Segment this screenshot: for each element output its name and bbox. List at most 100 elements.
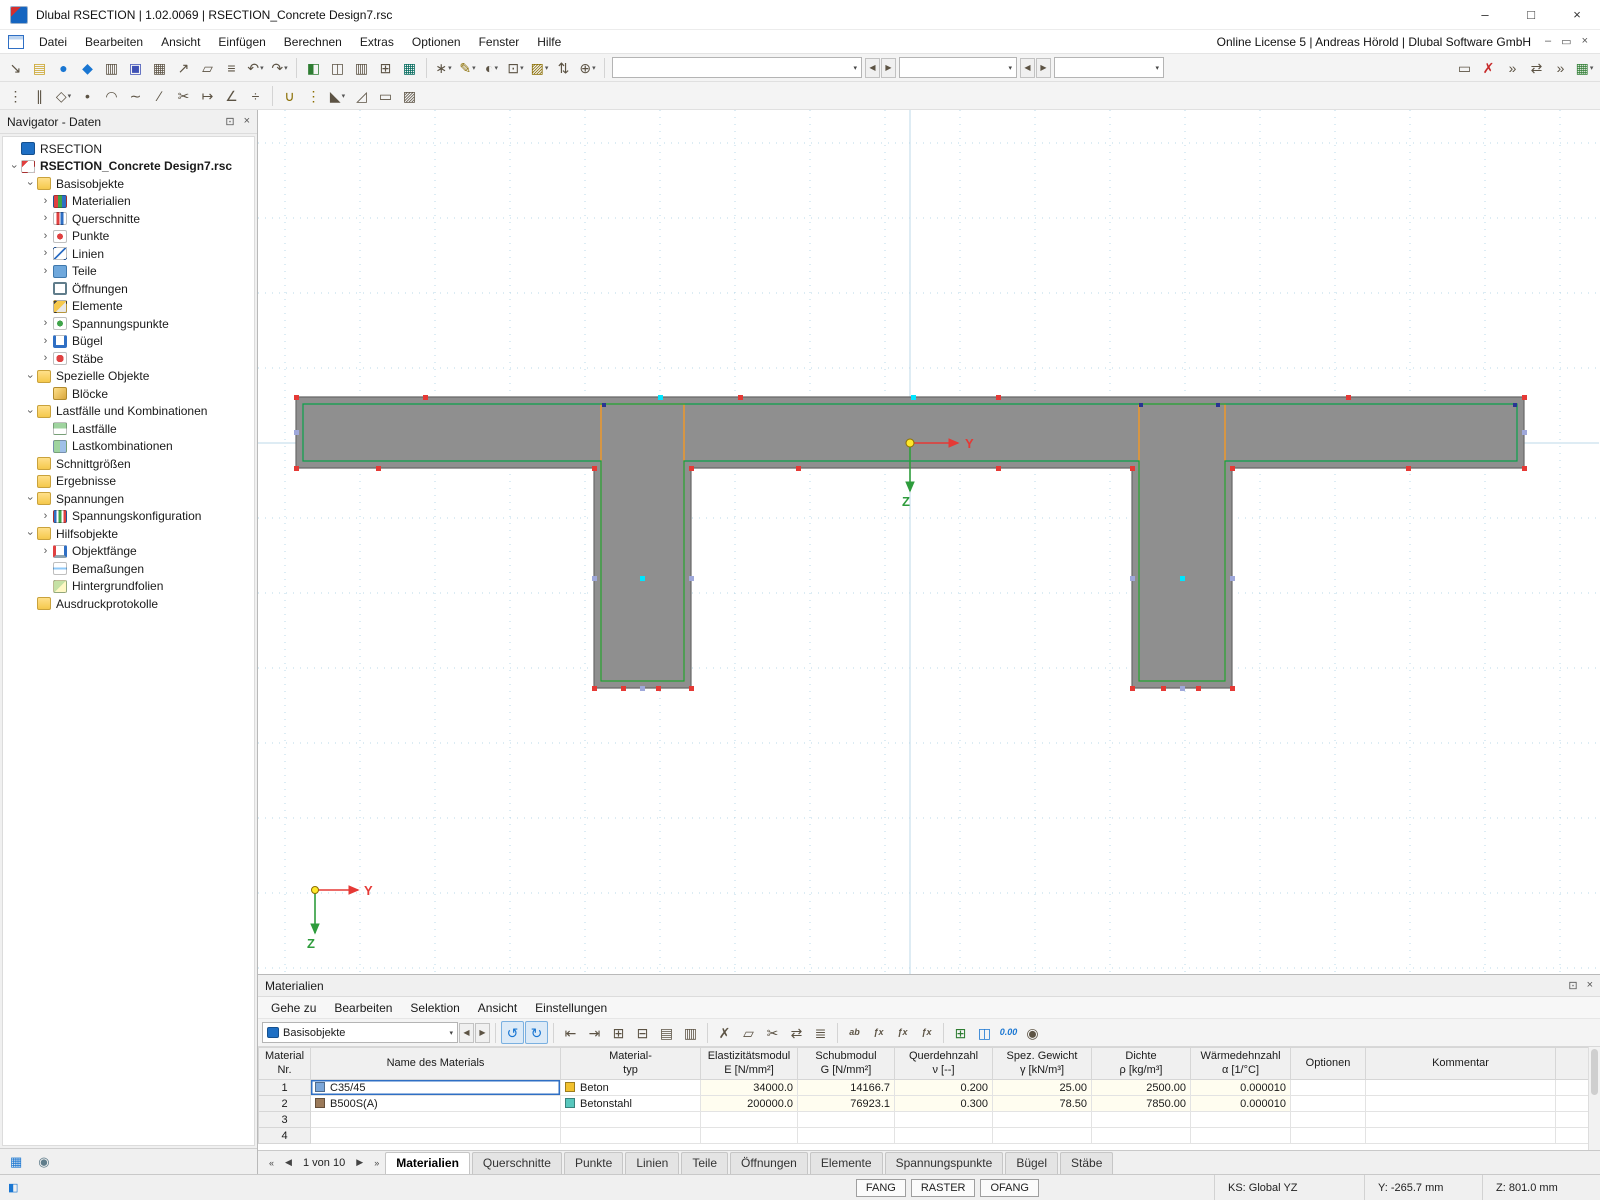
- search-icon[interactable]: ◉: [1021, 1021, 1044, 1044]
- open-file-icon[interactable]: ▤: [28, 56, 51, 79]
- cell-gamma[interactable]: [993, 1128, 1092, 1144]
- tab-elemente[interactable]: Elemente: [810, 1152, 883, 1174]
- block-library-icon[interactable]: ◆: [76, 56, 99, 79]
- combo1-next-icon[interactable]: ▶: [881, 58, 896, 78]
- result-tables-icon[interactable]: ▦▾: [1573, 56, 1596, 79]
- column-header-g[interactable]: SchubmodulG [N/mm²]: [798, 1048, 895, 1080]
- view-combo-1[interactable]: ▾: [612, 57, 862, 78]
- minimize-button[interactable]: –: [1462, 0, 1508, 29]
- tree-item-elemente[interactable]: ›Elemente: [3, 298, 254, 316]
- cell-options[interactable]: [1291, 1096, 1366, 1112]
- rebar-tool-icon[interactable]: ⋮: [302, 84, 325, 107]
- cell-alpha[interactable]: 0.000010: [1191, 1096, 1291, 1112]
- chevron-down-icon[interactable]: ›: [24, 405, 35, 418]
- last-page-icon[interactable]: »: [368, 1154, 385, 1172]
- chevron-right-icon[interactable]: ›: [39, 318, 52, 329]
- chevron-right-icon[interactable]: ›: [39, 511, 52, 522]
- cell-rho[interactable]: 7850.00: [1092, 1096, 1191, 1112]
- tab-bügel[interactable]: Bügel: [1005, 1152, 1058, 1174]
- cell-alpha[interactable]: 0.000010: [1191, 1080, 1291, 1096]
- graphics-canvas[interactable]: Y Z Y Z: [258, 110, 1600, 974]
- material-row-3[interactable]: 3: [259, 1112, 1589, 1128]
- menu-datei[interactable]: Datei: [30, 32, 76, 52]
- cell-type[interactable]: [561, 1128, 701, 1144]
- export-icon[interactable]: ↗: [172, 56, 195, 79]
- tree-item-spannungspunkte[interactable]: ›Spannungspunkte: [3, 315, 254, 333]
- material-row-1[interactable]: 1C35/45Beton34000.014166.70.20025.002500…: [259, 1080, 1589, 1096]
- format-painter-icon[interactable]: ▨▾: [528, 56, 551, 79]
- prev-table-icon[interactable]: ◀: [459, 1023, 474, 1043]
- extend-tool-icon[interactable]: ↦: [196, 84, 219, 107]
- tree-item-bügel[interactable]: ›Bügel: [3, 333, 254, 351]
- cell-gamma[interactable]: [993, 1112, 1092, 1128]
- cell-name[interactable]: B500S(A): [311, 1096, 561, 1112]
- cell-comment[interactable]: [1366, 1112, 1556, 1128]
- import-rows-icon[interactable]: ⇤: [559, 1021, 582, 1044]
- chevron-right-icon[interactable]: ›: [39, 266, 52, 277]
- column-header-nr[interactable]: MaterialNr.: [259, 1048, 311, 1080]
- tree-item-lastfälle-und-kombinationen[interactable]: ›Lastfälle und Kombinationen: [3, 403, 254, 421]
- arc-tool-icon[interactable]: ◠: [100, 84, 123, 107]
- cell-type[interactable]: [561, 1112, 701, 1128]
- combo2-prev-icon[interactable]: ◀: [1020, 58, 1035, 78]
- tab-materialien[interactable]: Materialien: [385, 1152, 470, 1174]
- cell-nr[interactable]: 3: [259, 1112, 311, 1128]
- cell-options[interactable]: [1291, 1112, 1366, 1128]
- tree-item-rsection-concrete-design7-rsc[interactable]: ›RSECTION_Concrete Design7.rsc: [3, 158, 254, 176]
- toggle-fang[interactable]: FANG: [856, 1179, 906, 1197]
- data-navigator-tab-icon[interactable]: ▦: [10, 1154, 22, 1170]
- prev-page-icon[interactable]: ◀: [280, 1154, 297, 1172]
- chevron-right-icon[interactable]: ›: [39, 213, 52, 224]
- snap-settings-icon[interactable]: ∗▾: [432, 56, 455, 79]
- section-drawing[interactable]: Y Z Y Z: [258, 110, 1599, 974]
- cell-options[interactable]: [1291, 1080, 1366, 1096]
- cell-rho[interactable]: [1092, 1112, 1191, 1128]
- cell-e[interactable]: 200000.0: [701, 1096, 798, 1112]
- tree-item-schnittgrößen[interactable]: ›Schnittgrößen: [3, 455, 254, 473]
- cell-g[interactable]: 14166.7: [798, 1080, 895, 1096]
- regenerate-icon[interactable]: ⇄: [1525, 56, 1548, 79]
- material-row-4[interactable]: 4: [259, 1128, 1589, 1144]
- close-panel-icon[interactable]: ×: [1587, 979, 1593, 992]
- cell-alpha[interactable]: [1191, 1128, 1291, 1144]
- cell-comment[interactable]: [1366, 1096, 1556, 1112]
- cell-e[interactable]: [701, 1128, 798, 1144]
- tree-item-ergebnisse[interactable]: ›Ergebnisse: [3, 473, 254, 491]
- cell-gamma[interactable]: 78.50: [993, 1096, 1092, 1112]
- import-model-icon[interactable]: ↘: [4, 56, 27, 79]
- undo-icon[interactable]: ↶▾: [244, 56, 267, 79]
- cell-nu[interactable]: 0.300: [895, 1096, 993, 1112]
- points-tool-icon[interactable]: ⋮: [4, 84, 27, 107]
- cell-nr[interactable]: 4: [259, 1128, 311, 1144]
- cell-gamma[interactable]: 25.00: [993, 1080, 1092, 1096]
- ole-link-icon[interactable]: ◫: [973, 1021, 996, 1044]
- cell-g[interactable]: 76923.1: [798, 1096, 895, 1112]
- cell-e[interactable]: [701, 1112, 798, 1128]
- divide-tool-icon[interactable]: ÷: [244, 84, 267, 107]
- chevron-down-icon[interactable]: ›: [24, 527, 35, 540]
- tree-item-lastfälle[interactable]: ›Lastfälle: [3, 420, 254, 438]
- maximize-button[interactable]: □: [1508, 0, 1554, 29]
- column-header-gamma[interactable]: Spez. Gewichtγ [kN/m³]: [993, 1048, 1092, 1080]
- toggle-ofang[interactable]: OFANG: [980, 1179, 1039, 1197]
- weld-tool-icon[interactable]: ◣▾: [326, 84, 349, 107]
- close-panel-icon[interactable]: ×: [244, 115, 250, 128]
- chevron-down-icon[interactable]: ›: [24, 492, 35, 505]
- cell-nr[interactable]: 2: [259, 1096, 311, 1112]
- cell-name[interactable]: [311, 1128, 561, 1144]
- tree-item-öffnungen[interactable]: ›Öffnungen: [3, 280, 254, 298]
- cell-nr[interactable]: 1: [259, 1080, 311, 1096]
- first-page-icon[interactable]: «: [263, 1154, 280, 1172]
- work-window-1-icon[interactable]: ◧: [302, 56, 325, 79]
- menu-optionen[interactable]: Optionen: [403, 32, 470, 52]
- cell-options[interactable]: [1291, 1128, 1366, 1144]
- block-insert-tool-icon[interactable]: ▨: [398, 84, 421, 107]
- cell-comment[interactable]: [1366, 1080, 1556, 1096]
- menu-bearbeiten[interactable]: Bearbeiten: [76, 32, 152, 52]
- work-window-3-icon[interactable]: ▥: [350, 56, 373, 79]
- chevron-right-icon[interactable]: ›: [39, 196, 52, 207]
- menu-hilfe[interactable]: Hilfe: [528, 32, 570, 52]
- fillet-tool-icon[interactable]: ∠: [220, 84, 243, 107]
- trim-tool-icon[interactable]: ✂: [172, 84, 195, 107]
- cell-name[interactable]: [311, 1112, 561, 1128]
